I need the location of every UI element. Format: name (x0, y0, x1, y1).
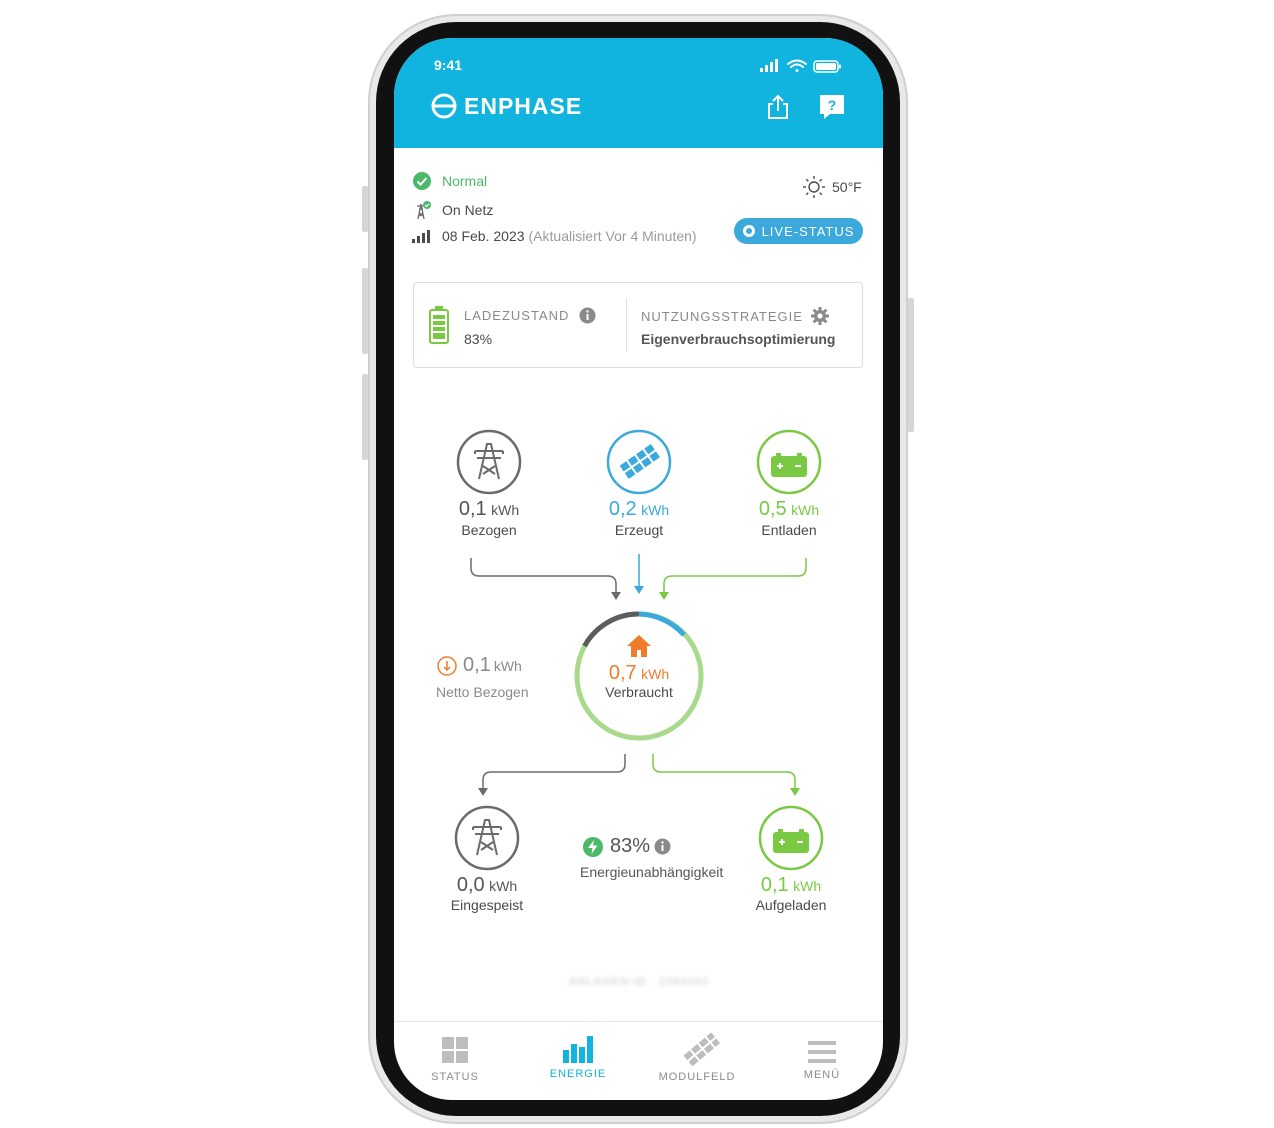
net-import-group: 0,1 kWh (436, 654, 522, 677)
independence-group: 83% (582, 835, 671, 858)
exported-value: 0,0 (456, 874, 485, 896)
charged-label: Aufgeladen (755, 897, 827, 913)
exported-unit: kWh (489, 878, 518, 894)
charged-value: 0,1 (760, 874, 789, 896)
charge-flow-arrow (790, 788, 800, 796)
consumed-value-group: 0,7 kWh (584, 662, 694, 685)
tab-energie-label: ENERGIE (549, 1068, 607, 1080)
charged-unit: kWh (793, 878, 822, 894)
grid-import-icon[interactable] (455, 428, 523, 496)
discharged-value: 0,5 (758, 498, 787, 520)
exported-label: Eingespeist (450, 897, 524, 913)
independence-value: 83% (610, 835, 651, 857)
charged-value-group: 0,1 kWh (736, 874, 846, 897)
lightning-icon (583, 836, 603, 857)
produced-unit: kWh (641, 502, 670, 518)
charge-flow-line (652, 754, 796, 790)
discharged-value-group: 0,5 kWh (734, 498, 844, 521)
net-import-label: Netto Bezogen (436, 684, 529, 700)
produced-value-group: 0,2 kWh (584, 498, 694, 521)
panel-array-icon (683, 1032, 721, 1067)
power-button (908, 298, 914, 432)
produced-value: 0,2 (608, 498, 637, 520)
battery-discharge-icon[interactable] (755, 428, 823, 496)
imported-label: Bezogen (461, 522, 517, 538)
independence-label: Energieunabhängigkeit (580, 864, 724, 880)
net-import-icon (437, 655, 457, 676)
discharge-flow-line (663, 558, 807, 594)
bar-chart-icon (563, 1036, 593, 1063)
tab-menu-label: MENÜ (803, 1069, 841, 1081)
produced-label: Erzeugt (614, 522, 664, 538)
imported-unit: kWh (491, 502, 520, 518)
mute-switch (362, 186, 368, 232)
battery-charge-icon[interactable] (757, 804, 825, 872)
volume-down-button (362, 374, 368, 460)
imported-value: 0,1 (458, 498, 487, 520)
export-flow-line (482, 754, 626, 790)
export-flow-arrow (478, 788, 488, 796)
hamburger-menu-icon (808, 1041, 836, 1063)
net-import-value: 0,1 (463, 654, 491, 676)
app-screen: 9:41 ENPHASE ? Normal On Netz 08 Feb. 20… (394, 38, 883, 1100)
tab-bar-divider (394, 1021, 883, 1022)
solar-panel-icon[interactable] (605, 428, 673, 496)
tab-status-label: STATUS (431, 1071, 479, 1083)
net-import-unit: kWh (493, 657, 522, 674)
discharged-unit: kWh (791, 502, 820, 518)
consumed-value: 0,7 (608, 662, 637, 684)
consumed-label: Verbraucht (605, 684, 673, 700)
independence-info-icon[interactable] (654, 838, 671, 855)
consumed-unit: kWh (641, 666, 670, 682)
volume-up-button (362, 268, 368, 354)
home-icon (627, 635, 651, 657)
imported-value-group: 0,1 kWh (434, 498, 544, 521)
grid-squares-icon (442, 1037, 468, 1063)
import-flow-line (470, 558, 617, 594)
grid-export-icon[interactable] (453, 804, 521, 872)
solar-flow-arrow (634, 586, 644, 594)
exported-value-group: 0,0 kWh (432, 874, 542, 897)
discharge-flow-arrow (659, 592, 669, 600)
tab-modulfeld-label: MODULFELD (658, 1071, 736, 1083)
discharged-label: Entladen (761, 522, 817, 538)
system-id: ANLAGEN-ID · 2284002 (569, 976, 709, 988)
import-flow-arrow (611, 592, 621, 600)
